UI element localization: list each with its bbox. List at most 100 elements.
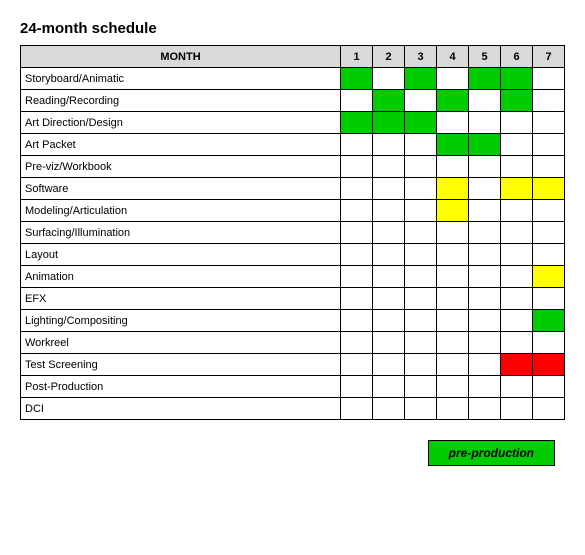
cell-1-4 — [469, 90, 501, 112]
row-label-6: Modeling/Articulation — [21, 200, 341, 222]
cell-4-5 — [501, 156, 533, 178]
cell-10-2 — [405, 288, 437, 310]
cell-0-6 — [533, 68, 565, 90]
row-label-2: Art Direction/Design — [21, 112, 341, 134]
cell-3-4 — [469, 134, 501, 156]
cell-4-6 — [533, 156, 565, 178]
cell-11-2 — [405, 310, 437, 332]
cell-2-5 — [501, 112, 533, 134]
cell-3-0 — [341, 134, 373, 156]
cell-12-2 — [405, 332, 437, 354]
cell-1-0 — [341, 90, 373, 112]
cell-13-1 — [373, 354, 405, 376]
cell-1-5 — [501, 90, 533, 112]
table-row: DCI — [21, 398, 565, 420]
header-col-2: 2 — [373, 46, 405, 68]
cell-14-4 — [469, 376, 501, 398]
cell-7-0 — [341, 222, 373, 244]
cell-5-5 — [501, 178, 533, 200]
table-row: Lighting/Compositing — [21, 310, 565, 332]
cell-15-2 — [405, 398, 437, 420]
cell-13-6 — [533, 354, 565, 376]
cell-2-1 — [373, 112, 405, 134]
table-row: Surfacing/Illumination — [21, 222, 565, 244]
schedule-table: MONTH1234567 Storyboard/AnimaticReading/… — [20, 45, 565, 420]
cell-5-4 — [469, 178, 501, 200]
row-label-9: Animation — [21, 266, 341, 288]
header-month: MONTH — [21, 46, 341, 68]
table-row: Storyboard/Animatic — [21, 68, 565, 90]
cell-13-2 — [405, 354, 437, 376]
cell-8-5 — [501, 244, 533, 266]
cell-5-0 — [341, 178, 373, 200]
cell-3-5 — [501, 134, 533, 156]
row-label-8: Layout — [21, 244, 341, 266]
header-col-7: 7 — [533, 46, 565, 68]
cell-4-0 — [341, 156, 373, 178]
cell-15-1 — [373, 398, 405, 420]
cell-14-0 — [341, 376, 373, 398]
cell-11-6 — [533, 310, 565, 332]
cell-5-6 — [533, 178, 565, 200]
cell-6-3 — [437, 200, 469, 222]
cell-13-5 — [501, 354, 533, 376]
cell-5-2 — [405, 178, 437, 200]
table-row: Pre-viz/Workbook — [21, 156, 565, 178]
table-row: Modeling/Articulation — [21, 200, 565, 222]
cell-7-3 — [437, 222, 469, 244]
cell-9-3 — [437, 266, 469, 288]
table-row: Software — [21, 178, 565, 200]
cell-10-3 — [437, 288, 469, 310]
cell-12-3 — [437, 332, 469, 354]
cell-11-0 — [341, 310, 373, 332]
cell-7-2 — [405, 222, 437, 244]
cell-9-2 — [405, 266, 437, 288]
cell-1-3 — [437, 90, 469, 112]
table-row: Test Screening — [21, 354, 565, 376]
cell-14-1 — [373, 376, 405, 398]
cell-14-2 — [405, 376, 437, 398]
cell-9-4 — [469, 266, 501, 288]
cell-0-4 — [469, 68, 501, 90]
table-row: Layout — [21, 244, 565, 266]
cell-6-6 — [533, 200, 565, 222]
cell-12-0 — [341, 332, 373, 354]
cell-6-5 — [501, 200, 533, 222]
header-row: MONTH1234567 — [21, 46, 565, 68]
cell-13-0 — [341, 354, 373, 376]
cell-9-1 — [373, 266, 405, 288]
legend-pre-production: pre-production — [428, 440, 555, 466]
cell-2-3 — [437, 112, 469, 134]
cell-15-3 — [437, 398, 469, 420]
cell-10-1 — [373, 288, 405, 310]
cell-8-4 — [469, 244, 501, 266]
cell-10-0 — [341, 288, 373, 310]
cell-9-6 — [533, 266, 565, 288]
table-row: Reading/Recording — [21, 90, 565, 112]
cell-6-0 — [341, 200, 373, 222]
cell-14-5 — [501, 376, 533, 398]
cell-0-1 — [373, 68, 405, 90]
cell-10-5 — [501, 288, 533, 310]
cell-5-1 — [373, 178, 405, 200]
row-label-4: Pre-viz/Workbook — [21, 156, 341, 178]
cell-7-1 — [373, 222, 405, 244]
row-label-0: Storyboard/Animatic — [21, 68, 341, 90]
cell-2-0 — [341, 112, 373, 134]
header-col-1: 1 — [341, 46, 373, 68]
row-label-15: DCI — [21, 398, 341, 420]
cell-2-6 — [533, 112, 565, 134]
row-label-13: Test Screening — [21, 354, 341, 376]
cell-1-1 — [373, 90, 405, 112]
row-label-3: Art Packet — [21, 134, 341, 156]
table-row: Workreel — [21, 332, 565, 354]
cell-12-4 — [469, 332, 501, 354]
cell-15-5 — [501, 398, 533, 420]
table-row: EFX — [21, 288, 565, 310]
cell-0-2 — [405, 68, 437, 90]
cell-11-3 — [437, 310, 469, 332]
table-row: Art Packet — [21, 134, 565, 156]
row-label-10: EFX — [21, 288, 341, 310]
cell-12-1 — [373, 332, 405, 354]
row-label-5: Software — [21, 178, 341, 200]
